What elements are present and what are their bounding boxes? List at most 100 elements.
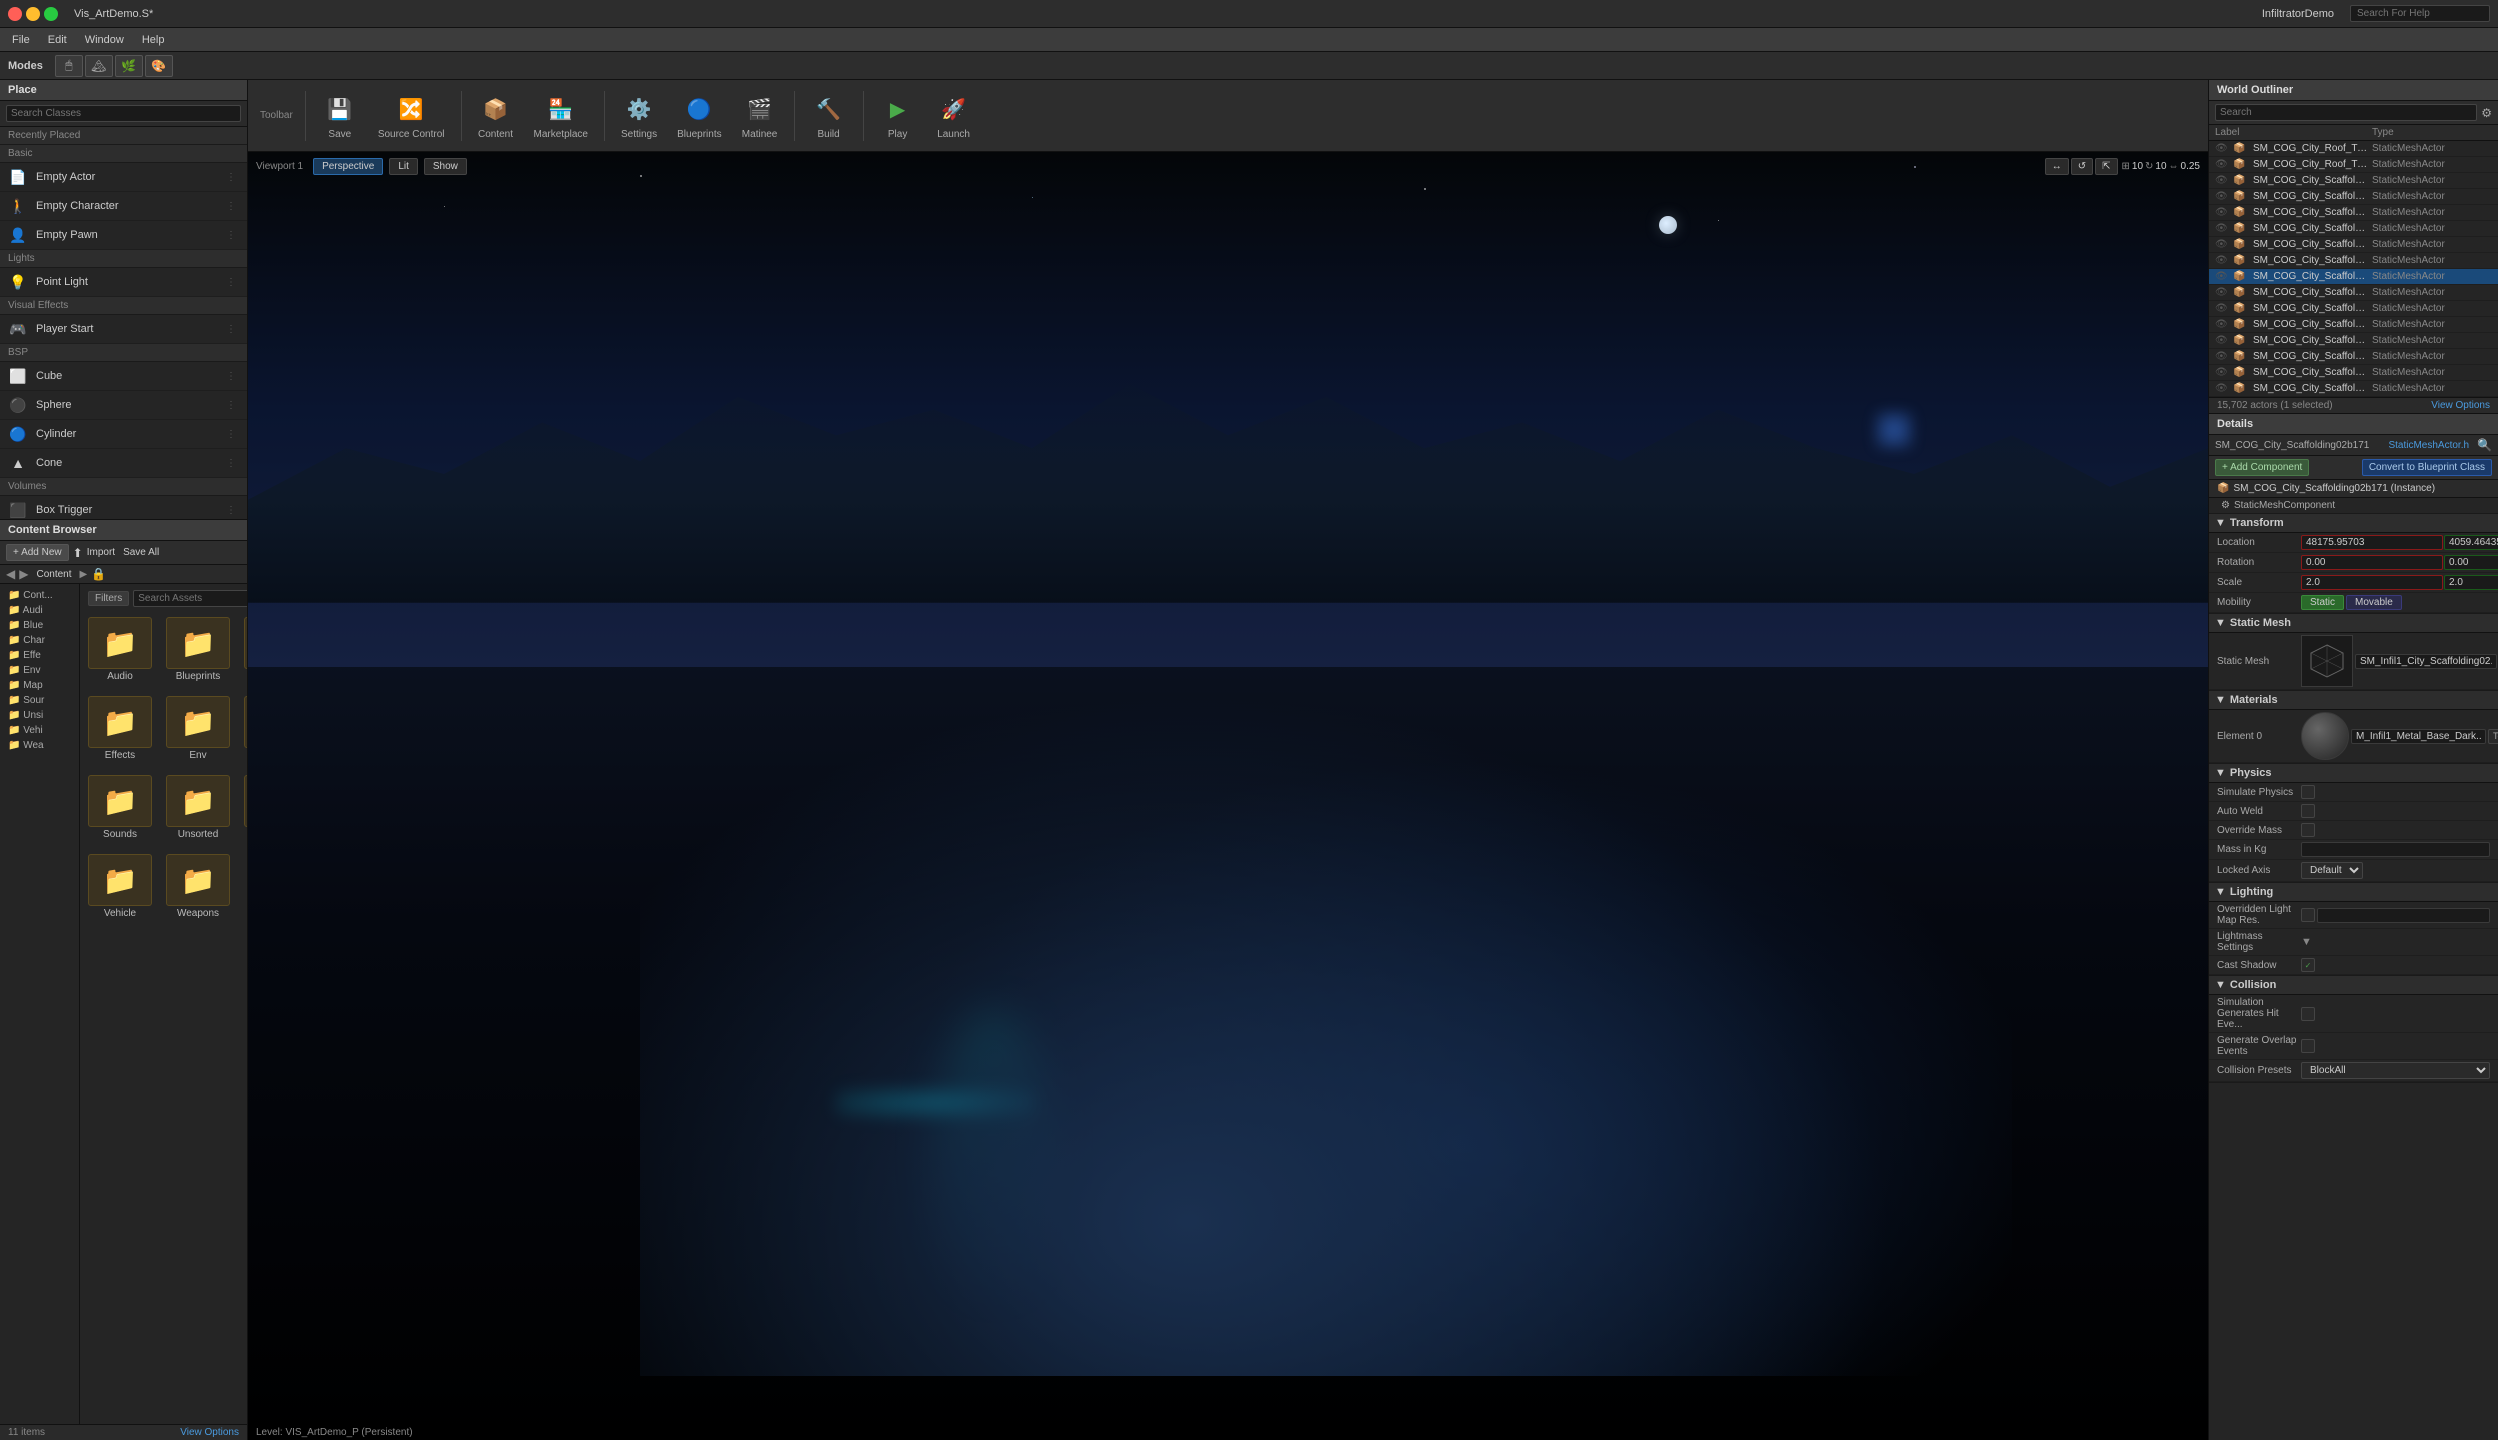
asset-sounds[interactable]: 📁 Sounds xyxy=(84,771,156,844)
wo-eye-4[interactable]: 👁 xyxy=(2215,207,2229,218)
drag-point-light[interactable]: ⋮ xyxy=(223,274,239,290)
toolbar-matinee[interactable]: 🎬 Matinee xyxy=(734,87,786,144)
asset-search-input[interactable] xyxy=(133,590,247,607)
wo-item-8[interactable]: 👁 📦 SM_COG_City_Scaffolding02b171 Static… xyxy=(2209,269,2498,285)
asset-vehicle2[interactable]: 📁 Vehicle xyxy=(84,850,156,923)
collision-presets-select[interactable]: BlockAll xyxy=(2301,1062,2490,1079)
textures-dropdown[interactable]: Textures ▾ xyxy=(2488,729,2498,744)
toolbar-content[interactable]: 📦 Content xyxy=(470,87,522,144)
cb-back-btn[interactable]: ◀ xyxy=(6,567,15,581)
menu-file[interactable]: File xyxy=(4,32,38,48)
vp-scale-btn[interactable]: ⇱ xyxy=(2095,158,2117,175)
movable-button[interactable]: Movable xyxy=(2346,595,2402,610)
wo-item-3[interactable]: 👁 📦 SM_COG_City_Scaffolding02b458 Static… xyxy=(2209,189,2498,205)
scale-y-field[interactable] xyxy=(2444,575,2498,590)
drag-box-trigger[interactable]: ⋮ xyxy=(223,502,239,518)
wo-item-6[interactable]: 👁 📦 SM_COG_City_Scaffolding02b169 Static… xyxy=(2209,237,2498,253)
vp-translate-btn[interactable]: ↔ xyxy=(2045,158,2069,175)
drag-actor[interactable]: ⋮ xyxy=(223,169,239,185)
location-x-field[interactable] xyxy=(2301,535,2443,550)
mode-foliage[interactable]: 🌿 xyxy=(115,55,143,77)
cb-tree-item-maps[interactable]: 📁 Map xyxy=(4,678,75,693)
place-item-cylinder[interactable]: 🔵 Cylinder ⋮ xyxy=(0,420,247,449)
wo-settings-icon[interactable]: ⚙ xyxy=(2481,106,2492,120)
wo-item-2[interactable]: 👁 📦 SM_COG_City_Scaffolding02b457 Static… xyxy=(2209,173,2498,189)
drag-cylinder[interactable]: ⋮ xyxy=(223,426,239,442)
asset-weapons[interactable]: 📁 Weapons xyxy=(162,850,234,923)
wo-item-4[interactable]: 👁 📦 SM_COG_City_Scaffolding02b459 Static… xyxy=(2209,205,2498,221)
wo-eye-9[interactable]: 👁 xyxy=(2215,287,2229,298)
simulate-checkbox[interactable] xyxy=(2301,785,2315,799)
vp-rotate-btn[interactable]: ↺ xyxy=(2071,158,2093,175)
wo-eye-14[interactable]: 👁 xyxy=(2215,367,2229,378)
asset-vehicle[interactable]: 📁 Vehicle xyxy=(240,771,247,844)
asset-blueprints[interactable]: 📁 Blueprints xyxy=(162,613,234,686)
place-item-empty-character[interactable]: 🚶 Empty Character ⋮ xyxy=(0,192,247,221)
wo-item-13[interactable]: 👁 📦 SM_COG_City_Scaffolding02b199 Static… xyxy=(2209,349,2498,365)
wo-eye-8[interactable]: 👁 xyxy=(2215,271,2229,282)
menu-edit[interactable]: Edit xyxy=(40,32,75,48)
drag-pawn[interactable]: ⋮ xyxy=(223,227,239,243)
wo-eye-3[interactable]: 👁 xyxy=(2215,191,2229,202)
asset-character[interactable]: 📁 Character xyxy=(240,613,247,686)
place-item-empty-actor[interactable]: 📄 Empty Actor ⋮ xyxy=(0,163,247,192)
cb-forward-btn[interactable]: ▶ xyxy=(19,567,28,581)
wo-item-0[interactable]: 👁 📦 SM_COG_City_Roof_Trim_VarB_Middle419… xyxy=(2209,141,2498,157)
dp-search-icon[interactable]: 🔍 xyxy=(2477,438,2492,452)
material-name-field[interactable] xyxy=(2351,729,2486,744)
minimize-button[interactable] xyxy=(26,7,40,21)
sm-name-field[interactable] xyxy=(2355,654,2497,669)
asset-maps[interactable]: 📁 Maps xyxy=(240,692,247,765)
wo-item-5[interactable]: 👁 📦 SM_COG_City_Scaffolding02b168 Static… xyxy=(2209,221,2498,237)
lighting-section-header[interactable]: ▼ Lighting xyxy=(2209,883,2498,902)
maximize-button[interactable] xyxy=(44,7,58,21)
place-item-empty-pawn[interactable]: 👤 Empty Pawn ⋮ xyxy=(0,221,247,250)
rotation-x-field[interactable] xyxy=(2301,555,2443,570)
import-label[interactable]: Import xyxy=(87,547,115,558)
wo-view-options[interactable]: View Options xyxy=(2431,400,2490,411)
lightmap-res-field[interactable] xyxy=(2317,908,2490,923)
toolbar-save[interactable]: 💾 Save xyxy=(314,87,366,144)
convert-blueprint-button[interactable]: Convert to Blueprint Class xyxy=(2362,459,2492,476)
rotation-y-field[interactable] xyxy=(2444,555,2498,570)
add-component-button[interactable]: + Add Component xyxy=(2215,459,2309,476)
cb-lock-icon[interactable]: 🔒 xyxy=(91,567,106,581)
wo-eye-10[interactable]: 👁 xyxy=(2215,303,2229,314)
drag-player-start[interactable]: ⋮ xyxy=(223,321,239,337)
wo-eye-12[interactable]: 👁 xyxy=(2215,335,2229,346)
asset-env[interactable]: 📁 Env xyxy=(162,692,234,765)
cb-tree-item-effects[interactable]: 📁 Effe xyxy=(4,648,75,663)
mode-paint[interactable]: 🎨 xyxy=(145,55,173,77)
cb-tree-item-audio[interactable]: 📁 Audi xyxy=(4,603,75,618)
auto-weld-checkbox[interactable] xyxy=(2301,804,2315,818)
scale-x-field[interactable] xyxy=(2301,575,2443,590)
drag-cone[interactable]: ⋮ xyxy=(223,455,239,471)
cb-tree-item-env[interactable]: 📁 Env xyxy=(4,663,75,678)
toolbar-play[interactable]: ▶ Play xyxy=(872,87,924,144)
toolbar-blueprints[interactable]: 🔵 Blueprints xyxy=(669,87,729,144)
menu-help[interactable]: Help xyxy=(134,32,173,48)
cb-tree-item-weapons[interactable]: 📁 Wea xyxy=(4,738,75,753)
toolbar-source-control[interactable]: 🔀 Source Control xyxy=(370,87,453,144)
drag-cube[interactable]: ⋮ xyxy=(223,368,239,384)
wo-eye-11[interactable]: 👁 xyxy=(2215,319,2229,330)
place-item-point-light[interactable]: 💡 Point Light ⋮ xyxy=(0,268,247,297)
viewport-perspective-btn[interactable]: Perspective xyxy=(313,158,383,175)
toolbar-build[interactable]: 🔨 Build xyxy=(803,87,855,144)
drag-sphere[interactable]: ⋮ xyxy=(223,397,239,413)
cast-shadow-checkbox[interactable]: ✓ xyxy=(2301,958,2315,972)
toolbar-launch[interactable]: 🚀 Launch xyxy=(928,87,980,144)
locked-axis-select[interactable]: Default xyxy=(2301,862,2363,879)
override-lightmap-checkbox[interactable] xyxy=(2301,908,2315,922)
asset-effects[interactable]: 📁 Effects xyxy=(84,692,156,765)
override-mass-checkbox[interactable] xyxy=(2301,823,2315,837)
wo-item-11[interactable]: 👁 📦 SM_COG_City_Scaffolding02b197 Static… xyxy=(2209,317,2498,333)
wo-search-input[interactable] xyxy=(2215,104,2477,121)
mode-select[interactable]: 🖱 xyxy=(55,55,83,77)
help-search-input[interactable] xyxy=(2350,5,2490,22)
wo-item-1[interactable]: 👁 📦 SM_COG_City_Roof_Trim_VarB_Middle420… xyxy=(2209,157,2498,173)
cb-tree-item-vehicle[interactable]: 📁 Vehi xyxy=(4,723,75,738)
wo-item-15[interactable]: 👁 📦 SM_COG_City_Scaffolding02b201 Static… xyxy=(2209,381,2498,397)
cb-tree-item-sounds[interactable]: 📁 Sour xyxy=(4,693,75,708)
materials-section-header[interactable]: ▼ Materials xyxy=(2209,691,2498,710)
